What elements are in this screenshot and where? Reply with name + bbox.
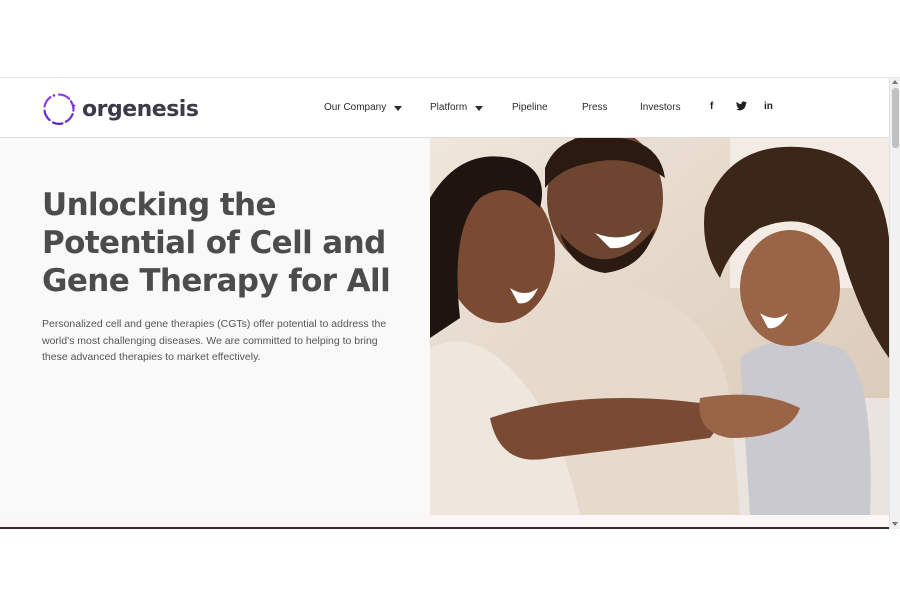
nav-our-company[interactable]: Our Company: [324, 102, 403, 113]
chevron-down-icon: [475, 105, 484, 111]
facebook-icon[interactable]: f: [710, 101, 713, 112]
hero-description: Personalized cell and gene therapies (CG…: [42, 318, 387, 363]
nav-label: Platform: [430, 102, 468, 113]
scrollbar-thumb[interactable]: [892, 88, 899, 148]
nav-press[interactable]: Press: [582, 102, 608, 113]
hero-title: Unlocking the Potential of Cell and Gene…: [42, 186, 412, 300]
hero-title-line: Potential of Cell and: [42, 225, 386, 261]
nav-investors[interactable]: Investors: [640, 102, 681, 113]
site-header: orgenesis Our Company Platform Pipeline …: [0, 78, 889, 138]
nav-pipeline[interactable]: Pipeline: [512, 102, 548, 113]
main-nav: Our Company Platform Pipeline Press Inve…: [0, 78, 889, 138]
chevron-down-icon: [394, 105, 403, 111]
hero-title-line: Gene Therapy for All: [42, 263, 391, 299]
scroll-down-icon[interactable]: [892, 522, 898, 526]
browser-viewport: orgenesis Our Company Platform Pipeline …: [0, 77, 900, 529]
section-divider: [0, 515, 889, 529]
nav-label: Investors: [640, 102, 681, 113]
nav-label: Press: [582, 102, 608, 113]
nav-label: Our Company: [324, 102, 387, 113]
linkedin-icon[interactable]: in: [764, 101, 773, 112]
twitter-icon[interactable]: [736, 101, 747, 114]
hero-title-line: Unlocking the: [42, 187, 277, 223]
page-scrollbar[interactable]: [889, 78, 900, 529]
nav-label: Pipeline: [512, 102, 548, 113]
scroll-up-icon[interactable]: [892, 80, 898, 84]
nav-platform[interactable]: Platform: [430, 102, 484, 113]
hero-family-image: [430, 138, 889, 515]
